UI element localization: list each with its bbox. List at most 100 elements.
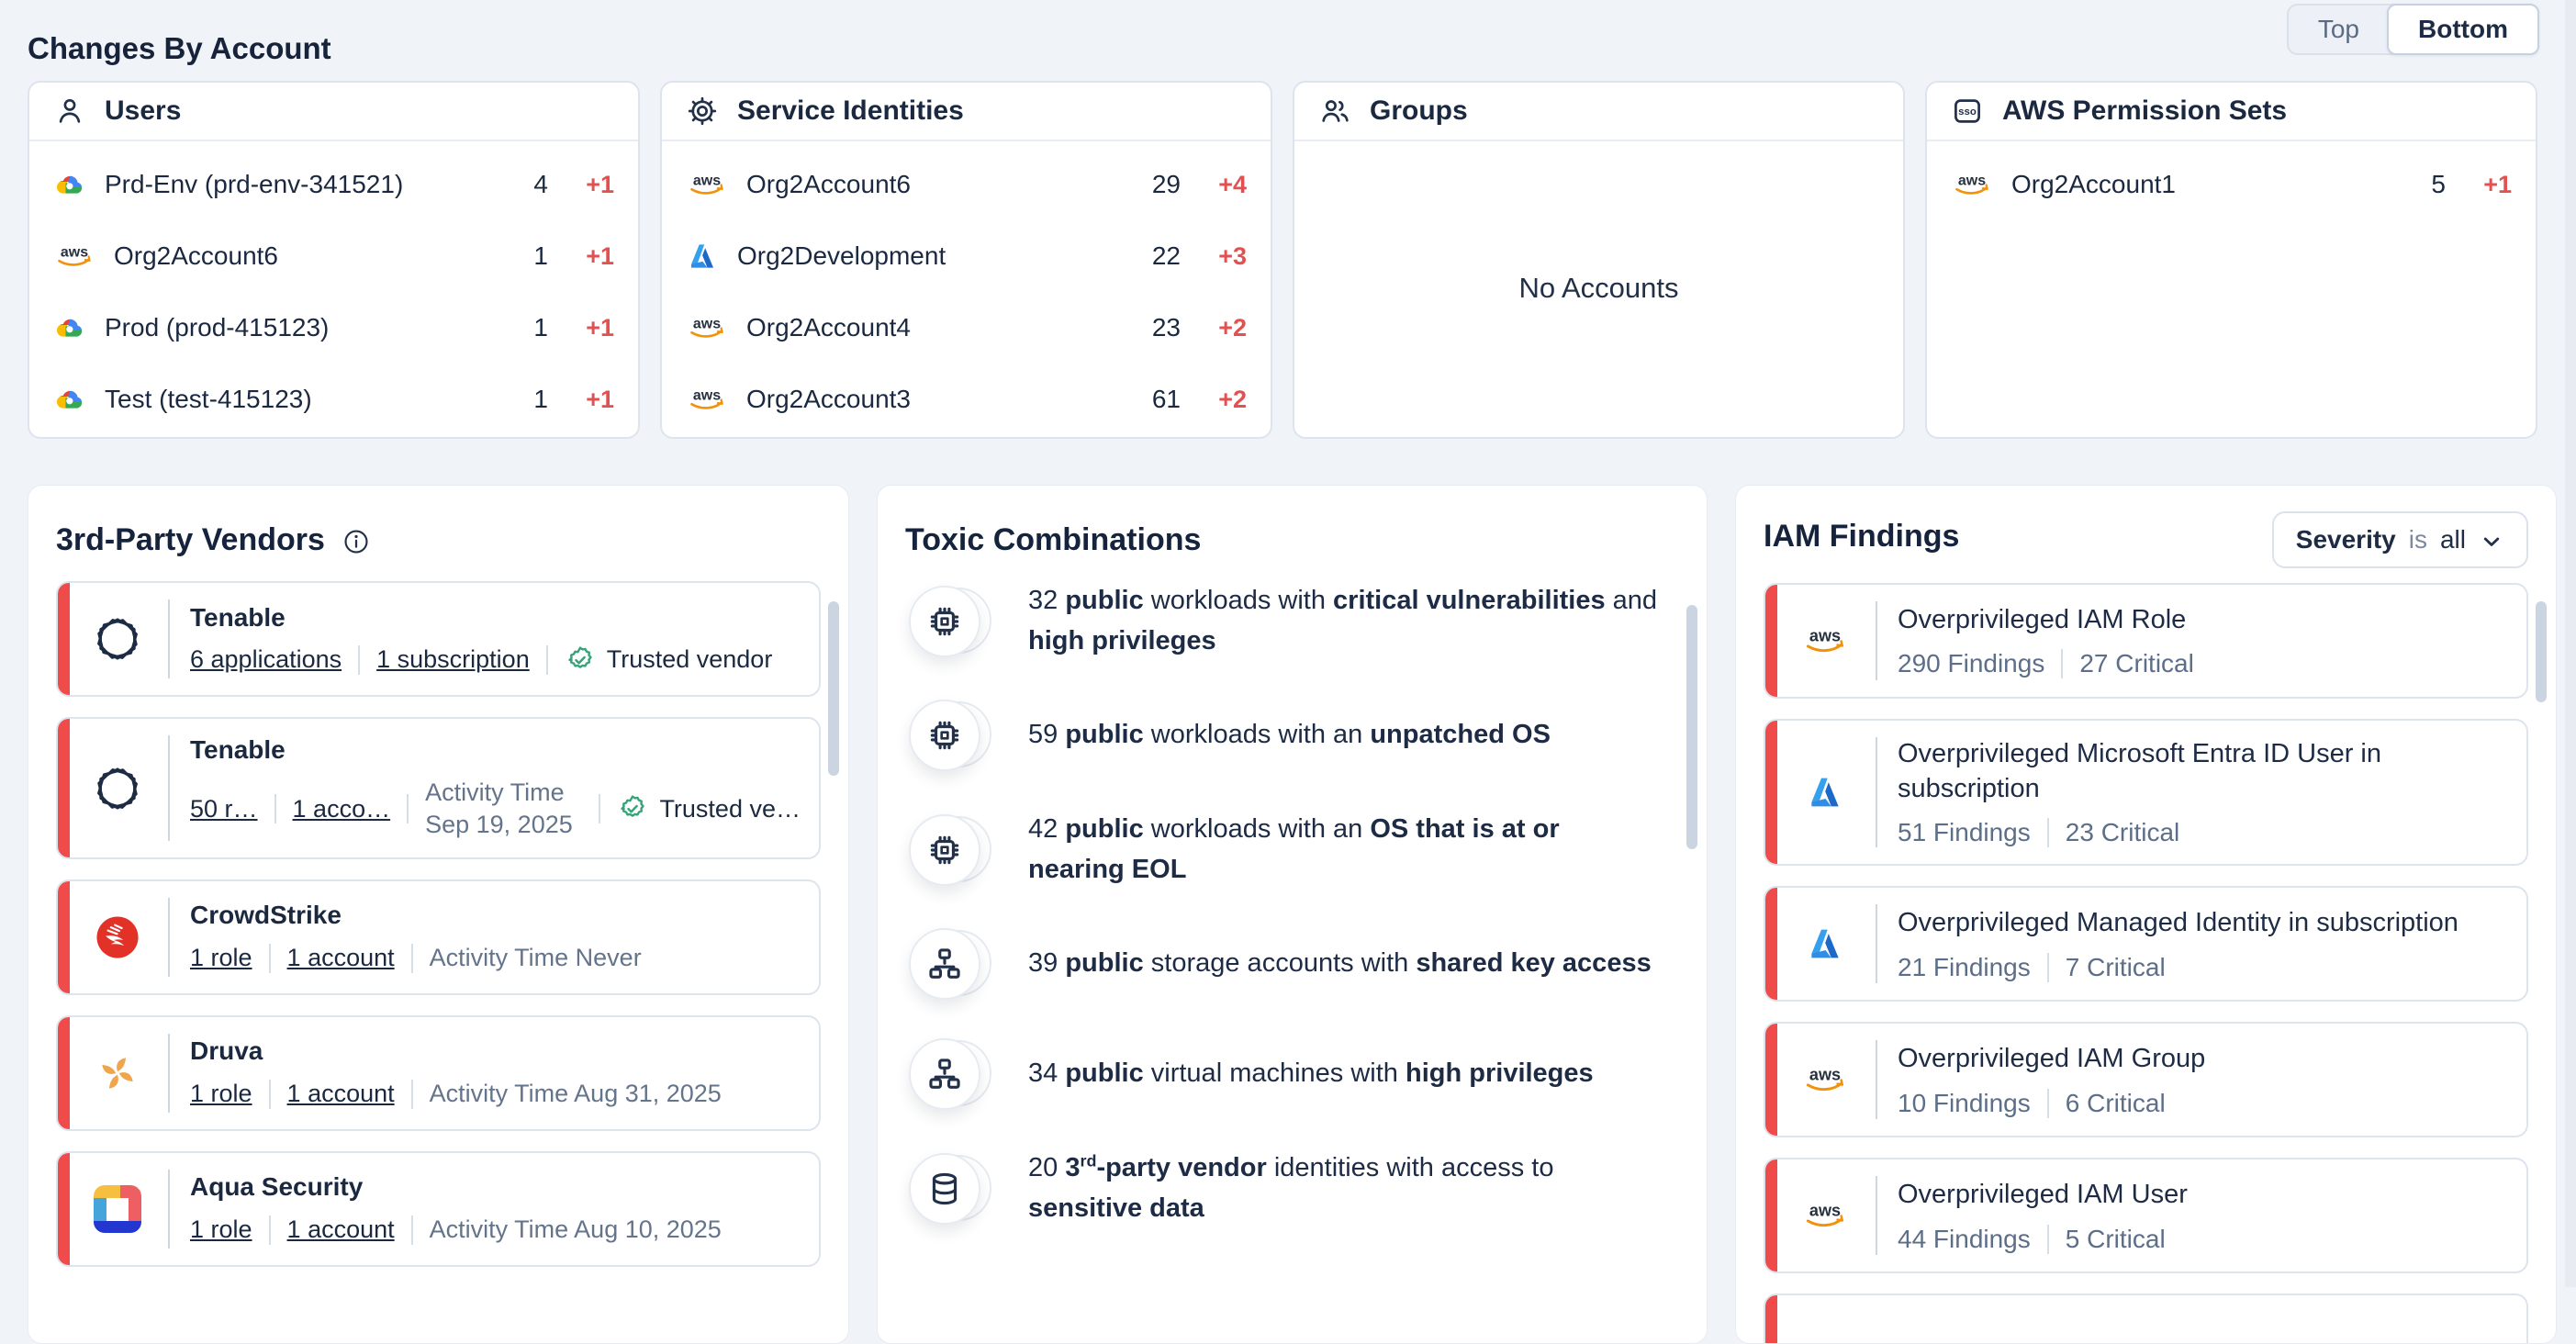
- account-row[interactable]: awsOrg2Account361+2: [686, 364, 1247, 435]
- activity-time: Activity Time Aug 10, 2025: [430, 1214, 722, 1246]
- check-badge-icon: [565, 644, 596, 676]
- svg-text:aws: aws: [61, 245, 88, 261]
- svg-text:aws: aws: [1958, 174, 1986, 189]
- changes-by-account-cards: UsersPrd-Env (prd-env-341521)4+1awsOrg2A…: [28, 81, 2537, 439]
- vendor-card-content: Druva1 role1 accountActivity Time Aug 31…: [190, 1036, 801, 1110]
- card-title: Users: [105, 95, 181, 127]
- vendor-link[interactable]: 1 role: [190, 1215, 252, 1244]
- toxic-combination-text: 32 public workloads with critical vulner…: [1028, 581, 1662, 661]
- account-row[interactable]: awsOrg2Account61+1: [53, 220, 614, 292]
- toxic-combination-item[interactable]: 39 public storage accounts with shared k…: [909, 928, 1679, 1000]
- vendor-card[interactable]: Tenable50 r…1 acco…Activity Time Sep 19,…: [56, 717, 821, 859]
- check-badge-icon: [617, 793, 648, 824]
- svg-text:aws: aws: [693, 388, 721, 404]
- iam-finding-card[interactable]: awsOverprivileged IAM Group10 Findings6 …: [1764, 1022, 2528, 1137]
- toxic-combination-item[interactable]: 34 public virtual machines with high pri…: [909, 1038, 1679, 1110]
- account-row[interactable]: awsOrg2Account629+4: [686, 149, 1247, 220]
- page-title: Changes By Account: [28, 31, 331, 66]
- toxic-combination-item[interactable]: 42 public workloads with an OS that is a…: [909, 810, 1679, 890]
- iam-finding-card[interactable]: aws Overprivileged IAM User44 Findings5 C…: [1764, 1158, 2528, 1273]
- dashboard-panels: 3rd-Party Vendors Tenable 6 applications 1…: [28, 485, 2557, 1344]
- vendor-link[interactable]: 1 acco…: [293, 795, 391, 823]
- severity-accent-bar: [58, 881, 70, 993]
- finding-content: Overprivileged IAM User44 Findings5 Crit…: [1898, 1178, 2508, 1254]
- account-changes-card: GroupsNo Accounts: [1293, 81, 1905, 439]
- vendors-panel-title: 3rd-Party Vendors: [56, 522, 325, 558]
- vendor-link[interactable]: 1 role: [190, 944, 252, 972]
- findings-count: 290 Findings: [1898, 649, 2044, 678]
- account-delta: +1: [2464, 171, 2512, 199]
- divider: [168, 1170, 170, 1249]
- severity-accent-bar: [58, 1153, 70, 1265]
- filter-field-label: Severity: [2296, 525, 2396, 554]
- separator: [269, 944, 271, 973]
- severity-filter-dropdown[interactable]: Severity is all: [2272, 511, 2528, 568]
- account-count: 1: [508, 241, 548, 271]
- severity-accent-bar: [1765, 721, 1777, 864]
- aws-logo-icon: aws: [1795, 625, 1855, 656]
- aws-logo-icon: aws: [1951, 171, 1993, 198]
- findings-count: 44 Findings: [1898, 1225, 2031, 1254]
- toxic-combination-item[interactable]: 32 public workloads with critical vulner…: [909, 581, 1679, 661]
- account-row[interactable]: Prd-Env (prd-env-341521)4+1: [53, 149, 614, 220]
- gcp-logo-icon: [53, 168, 86, 201]
- vendor-link[interactable]: 1 account: [287, 944, 395, 972]
- toxic-scrollbar[interactable]: [1686, 605, 1697, 849]
- iam-finding-card[interactable]: Overprivileged Microsoft Entra ID User i…: [1764, 719, 2528, 866]
- iam-finding-card[interactable]: Overprivileged Managed Identity in subsc…: [1764, 886, 2528, 1002]
- vendor-meta-row: 6 applications 1 subscription Trusted vend…: [190, 644, 801, 676]
- svg-text:aws: aws: [1809, 1202, 1841, 1220]
- toxic-combination-item[interactable]: 59 public workloads with an unpatched OS: [909, 700, 1679, 771]
- vendors-scrollbar[interactable]: [828, 601, 839, 776]
- tenable-logo-icon: [87, 762, 148, 815]
- account-row[interactable]: Test (test-415123)1+1: [53, 364, 614, 435]
- toxic-panel-title: Toxic Combinations: [905, 522, 1201, 558]
- iam-finding-card[interactable]: awsOverprivileged IAM Role290 Findings27…: [1764, 583, 2528, 699]
- divider: [1876, 601, 1877, 680]
- iam-finding-card-partial[interactable]: [1764, 1294, 2528, 1344]
- separator: [599, 794, 600, 823]
- vendor-link[interactable]: 1 account: [287, 1080, 395, 1108]
- vendor-link[interactable]: 1 account: [287, 1215, 395, 1244]
- vendor-link[interactable]: 1 role: [190, 1080, 252, 1108]
- vendor-card[interactable]: Aqua Security1 role1 accountActivity Tim…: [56, 1151, 821, 1267]
- page-scrollbar-track[interactable]: [2565, 0, 2576, 1287]
- separator: [411, 1215, 413, 1245]
- card-title: AWS Permission Sets: [2002, 95, 2287, 127]
- vendor-card-content: Tenable50 r…1 acco…Activity Time Sep 19,…: [190, 735, 801, 841]
- vendor-card[interactable]: Druva1 role1 accountActivity Time Aug 31…: [56, 1015, 821, 1131]
- crowdstrike-logo-icon: [94, 913, 141, 961]
- account-row[interactable]: Prod (prod-415123)1+1: [53, 292, 614, 364]
- aws-logo-icon: aws: [1795, 1064, 1855, 1095]
- account-row[interactable]: awsOrg2Account423+2: [686, 292, 1247, 364]
- icon-circle: [909, 700, 980, 771]
- third-party-vendors-panel: 3rd-Party Vendors Tenable 6 applications 1…: [28, 485, 849, 1344]
- vendor-link[interactable]: 1 subscription: [376, 645, 530, 674]
- vendor-card[interactable]: Tenable 6 applications 1 subscription Trust…: [56, 581, 821, 697]
- account-delta: +3: [1199, 242, 1247, 271]
- severity-accent-bar: [1765, 888, 1777, 1000]
- finding-counts: 10 Findings6 Critical: [1898, 1089, 2508, 1118]
- trusted-vendor-badge: Trusted vendor: [565, 644, 773, 676]
- account-delta: +2: [1199, 314, 1247, 342]
- account-row[interactable]: awsOrg2Account15+1: [1951, 149, 2512, 220]
- vendor-link[interactable]: 50 r…: [190, 795, 258, 823]
- finding-counts: 21 Findings7 Critical: [1898, 953, 2508, 982]
- divider: [1876, 904, 1877, 983]
- card-header: Groups: [1294, 83, 1903, 141]
- toggle-top-button[interactable]: Top: [2289, 6, 2389, 53]
- account-changes-card: Users Prd-Env (prd-env-341521)4+1awsOrg2A…: [28, 81, 640, 439]
- vendor-link[interactable]: 6 applications: [190, 645, 342, 674]
- vendor-card[interactable]: CrowdStrike1 role1 accountActivity Time …: [56, 879, 821, 995]
- toggle-bottom-button[interactable]: Bottom: [2387, 4, 2539, 55]
- info-icon[interactable]: [342, 527, 371, 556]
- separator: [407, 794, 409, 823]
- vendor-name: Tenable: [190, 603, 801, 633]
- aws-logo-icon: aws: [686, 386, 728, 413]
- account-row[interactable]: Org2Development22+3: [686, 220, 1247, 292]
- icon-circle: [909, 1038, 980, 1110]
- account-name: Prod (prod-415123): [105, 313, 489, 342]
- toxic-combination-item[interactable]: 20 3rd-party vendor identities with acce…: [909, 1148, 1679, 1228]
- card-header: ssoAWS Permission Sets: [1927, 83, 2536, 141]
- iam-scrollbar[interactable]: [2536, 601, 2547, 702]
